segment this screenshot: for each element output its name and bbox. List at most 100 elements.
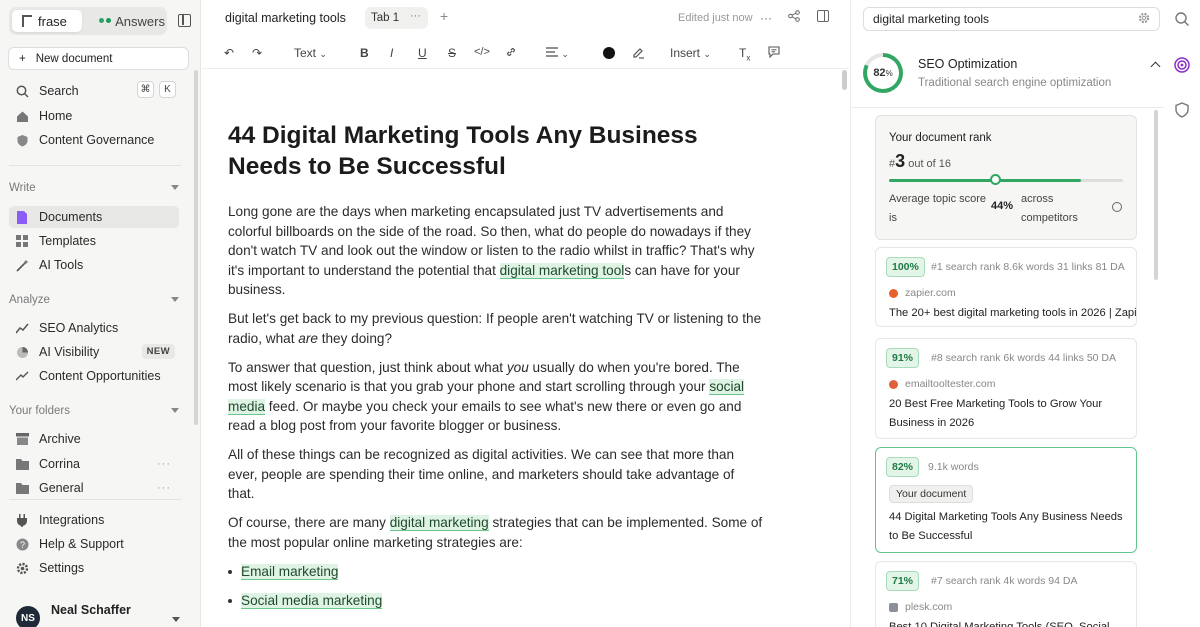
write-section-header[interactable]: Write	[9, 182, 181, 194]
result-title[interactable]: 44 Digital Marketing Tools Any Business …	[889, 508, 1125, 546]
search-icon[interactable]	[1174, 11, 1190, 27]
keyword-highlight[interactable]: Social media marketing	[241, 592, 383, 609]
keyword-highlight[interactable]: digital marketing tool	[499, 262, 625, 279]
sidebar-item-label: Documents	[39, 210, 103, 224]
document-rank-card: Your document rank #3 out of 16 Average …	[875, 115, 1137, 240]
frase-tab[interactable]: frase	[12, 10, 82, 32]
more-icon[interactable]: ···	[410, 10, 421, 22]
share-icon[interactable]	[788, 10, 800, 25]
bold-icon[interactable]: B	[360, 46, 369, 60]
collapse-sidebar-icon[interactable]	[178, 14, 191, 27]
help-icon: ?	[15, 537, 29, 551]
chevron-down-icon[interactable]	[172, 617, 180, 622]
search-icon	[15, 84, 29, 98]
tab-label: Tab 1	[371, 12, 400, 24]
rank-total: out of 16	[908, 158, 952, 170]
result-card[interactable]: 71% #7 search rank 4k words 94 DA plesk.…	[875, 561, 1137, 627]
result-meta: #1 search rank 8.6k words 31 links 81 DA	[931, 261, 1125, 273]
insert-dropdown[interactable]: Insert ⌄	[670, 46, 711, 60]
more-icon[interactable]: ···	[157, 482, 171, 494]
sidebar-item-templates[interactable]: Templates	[9, 230, 179, 252]
redo-icon[interactable]: ↷	[252, 46, 262, 60]
list-item[interactable]: Email marketing	[228, 562, 763, 582]
paragraph[interactable]: Of course, there are many digital market…	[228, 513, 763, 552]
italic-icon[interactable]: I	[390, 46, 393, 60]
seo-optimization-header[interactable]: 82% SEO Optimization Traditional search …	[863, 50, 1163, 100]
user-name[interactable]: Neal Schaffer	[51, 603, 131, 617]
sidebar-item-label: Templates	[39, 234, 96, 248]
document-body[interactable]: 44 Digital Marketing Tools Any Business …	[228, 120, 763, 620]
sidebar-item-integrations[interactable]: Integrations	[9, 509, 179, 531]
sidebar-item-home[interactable]: Home	[9, 105, 179, 127]
align-dropdown[interactable]: ⌄	[546, 46, 569, 60]
seo-title: SEO Optimization	[918, 57, 1018, 71]
text-style-dropdown[interactable]: Text ⌄	[294, 46, 327, 60]
sidebar-item-settings[interactable]: Settings	[9, 557, 179, 579]
sidebar-item-documents[interactable]: Documents	[9, 206, 179, 228]
chevron-up-icon[interactable]	[1150, 61, 1161, 72]
more-icon[interactable]: ···	[760, 11, 772, 25]
answers-tab[interactable]: Answers	[89, 10, 165, 32]
paragraph[interactable]: All of these things can be recognized as…	[228, 445, 763, 504]
code-icon[interactable]: </>	[474, 46, 490, 58]
svg-text:?: ?	[19, 540, 24, 550]
list-item[interactable]: Social media marketing	[228, 591, 763, 611]
keyword-highlight[interactable]: Email marketing	[241, 563, 339, 580]
favicon-icon	[889, 288, 898, 298]
more-icon[interactable]: ···	[157, 458, 171, 470]
analyze-section-header[interactable]: Analyze	[9, 294, 181, 306]
panel-toggle-icon[interactable]	[817, 10, 829, 25]
paragraph[interactable]: But let's get back to my previous questi…	[228, 309, 763, 348]
link-icon[interactable]	[505, 46, 517, 61]
document-title[interactable]: digital marketing tools	[225, 11, 346, 25]
result-card[interactable]: 100% #1 search rank 8.6k words 31 links …	[875, 247, 1137, 327]
query-input[interactable]: digital marketing tools	[863, 7, 1160, 31]
your-document-card[interactable]: 82% 9.1k words Your document 44 Digital …	[875, 447, 1137, 553]
sidebar-item-ai-visibility[interactable]: AI Visibility NEW	[9, 341, 179, 363]
sidebar-scrollbar[interactable]	[194, 70, 198, 425]
text-run: To answer that question, just think abou…	[228, 359, 507, 375]
panel-scrollbar[interactable]	[1154, 110, 1158, 280]
sidebar-item-search[interactable]: Search ⌘ K	[9, 80, 179, 102]
comment-icon[interactable]	[768, 46, 780, 61]
editor-scrollbar[interactable]	[842, 70, 847, 90]
strikethrough-icon[interactable]: S	[448, 46, 456, 60]
sidebar-item-label: Home	[39, 109, 73, 123]
paragraph[interactable]: To answer that question, just think abou…	[228, 358, 763, 436]
sidebar-item-ai-tools[interactable]: AI Tools	[9, 254, 179, 276]
undo-icon[interactable]: ↶	[224, 46, 234, 60]
sidebar-folder-archive[interactable]: Archive	[9, 428, 179, 450]
section-label: Your folders	[9, 405, 70, 417]
editor: digital marketing tools Tab 1 ··· + Edit…	[202, 0, 849, 627]
rank-label: Your document rank	[889, 132, 992, 144]
clear-format-icon[interactable]: Tx	[739, 46, 750, 62]
shield-icon[interactable]	[1174, 102, 1190, 118]
text-color-icon[interactable]	[603, 47, 615, 59]
new-document-button[interactable]: + New document	[8, 47, 189, 70]
paragraph[interactable]: Long gone are the days when marketing en…	[228, 202, 763, 300]
result-title[interactable]: The 20+ best digital marketing tools in …	[889, 304, 1136, 323]
underline-icon[interactable]: U	[418, 46, 427, 60]
new-document-label: New document	[35, 52, 113, 65]
avatar[interactable]: NS	[16, 606, 40, 627]
sidebar-folder-general[interactable]: General ···	[9, 477, 179, 499]
gear-icon[interactable]	[1138, 12, 1150, 27]
info-icon[interactable]	[1112, 202, 1122, 212]
keyword-highlight[interactable]: digital marketing	[389, 515, 489, 531]
tab-1[interactable]: Tab 1 ···	[365, 7, 428, 29]
sidebar-item-content-governance[interactable]: Content Governance	[9, 129, 179, 151]
new-badge: NEW	[141, 344, 175, 359]
add-tab-icon[interactable]: +	[440, 8, 448, 24]
sidebar-item-content-opportunities[interactable]: Content Opportunities	[9, 365, 179, 387]
sidebar-item-seo-analytics[interactable]: SEO Analytics	[9, 317, 179, 339]
document-heading[interactable]: 44 Digital Marketing Tools Any Business …	[228, 120, 763, 182]
sidebar-item-help-support[interactable]: ? Help & Support	[9, 533, 179, 555]
folders-section-header[interactable]: Your folders	[9, 405, 181, 417]
result-card[interactable]: 91% #8 search rank 6k words 44 links 50 …	[875, 338, 1137, 439]
target-icon[interactable]	[1174, 57, 1190, 73]
result-title[interactable]: 20 Best Free Marketing Tools to Grow You…	[889, 395, 1125, 433]
sidebar-folder-corrina[interactable]: Corrina ···	[9, 453, 179, 475]
seo-subtitle: Traditional search engine optimization	[918, 77, 1112, 89]
highlighter-icon[interactable]	[632, 46, 645, 62]
result-title[interactable]: Best 10 Digital Marketing Tools (SEO, So…	[889, 618, 1110, 627]
